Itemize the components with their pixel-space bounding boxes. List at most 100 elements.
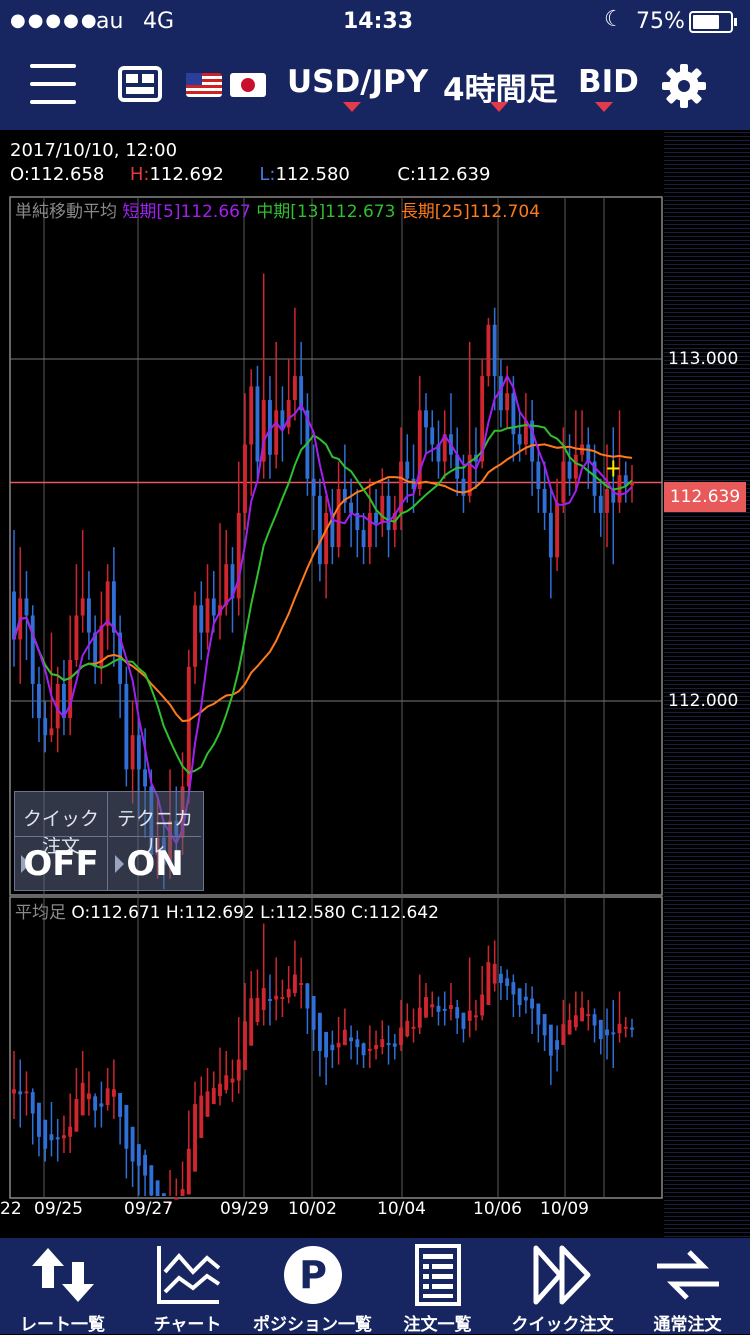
heikin-ashi-body [567,1019,572,1035]
heikin-ashi-body [386,1043,391,1046]
heikin-ashi-body [573,1015,578,1028]
heikin-ashi-body [249,998,254,1046]
heikin-ashi-body [392,1043,397,1047]
heikin-ashi-body [399,1027,403,1046]
heikin-ashi-body [130,1126,135,1162]
heikin-ashi-body [155,1180,160,1196]
heikin-ashi-body [174,1197,179,1200]
heikin-ashi-body [542,1014,547,1036]
candle-body [274,410,279,455]
candle-body [374,512,378,524]
heikin-ashi-body [224,1075,229,1090]
heikin-ashi-body [336,1042,341,1048]
heikin-ashi-body [62,1135,66,1139]
candle-body [361,530,366,548]
tab-chart[interactable]: チャート [125,1238,250,1335]
heikin-ashi-body [430,1004,435,1008]
tab-positions[interactable]: P ポジション一覧 [250,1238,375,1335]
heikin-ashi-values: O:112.671 H:112.692 L:112.580 C:112.642 [71,903,439,923]
heikin-ashi-body [511,982,516,995]
heikin-ashi-body [311,995,316,1030]
tab-label: 注文一覧 [403,1315,472,1335]
technical-toggle[interactable]: テクニカル ON [109,792,201,890]
heikin-ashi-body [86,1093,91,1100]
candle-body [255,386,260,462]
candle-body [430,427,435,445]
date-tick: 22 [0,1199,22,1219]
bottom-tab-bar: レート一覧 チャート P ポジション一覧 注文一覧 クイック注文 通常注文 [0,1238,750,1335]
candle-body [130,735,135,770]
heikin-ashi-body [461,1012,466,1029]
tab-rate-list[interactable]: レート一覧 [0,1238,125,1335]
heikin-ashi-body [498,973,503,983]
candle-body [74,615,79,660]
candle-body [598,495,603,513]
heikin-ashi-body [230,1078,235,1083]
position-icon: P [284,1246,342,1304]
heikin-ashi-body [255,997,260,1022]
date-tick: 10/04 [377,1199,426,1219]
price-tick-lower: 112.000 [668,691,739,711]
quick-order-icon [533,1245,591,1305]
tab-normal-order[interactable]: 通常注文 [625,1238,750,1335]
tab-label: 通常注文 [653,1315,722,1335]
heikin-ashi-body [530,998,535,1009]
tab-label: ポジション一覧 [253,1315,372,1335]
candle-body [367,512,372,548]
heikin-ashi-body [349,1037,354,1042]
candle-body [548,512,553,558]
candle-body [536,461,541,489]
candle-body [555,502,560,558]
heikin-ashi-body [492,963,497,984]
heikin-ashi-body [380,1039,385,1048]
candle-body [605,488,609,513]
date-tick: 09/27 [124,1199,173,1219]
heikin-ashi-body [236,1059,241,1081]
candle-body [80,598,85,616]
heikin-ashi-body [274,995,279,1000]
heikin-ashi-legend: 平均足 O:112.671 H:112.692 L:112.580 C:112.… [15,898,439,923]
heikin-ashi-body [411,1026,416,1029]
heikin-ashi-body [486,962,491,1005]
heikin-ashi-body [561,1024,566,1045]
heikin-ashi-body [193,1104,197,1172]
tab-orders[interactable]: 注文一覧 [375,1238,500,1335]
sma-legend: 単純移動平均 短期[5]112.667 中期[13]112.673 長期[25]… [15,197,540,222]
heikin-ashi-body [80,1082,85,1116]
heikin-ashi-body [548,1024,553,1056]
heikin-ashi-body [517,988,522,1006]
heikin-ashi-body [442,1008,447,1011]
heikin-ashi-body [292,974,297,994]
quick-order-toggle[interactable]: クイック注文 OFF [15,792,107,890]
heikin-ashi-body [405,1020,410,1037]
heikin-ashi-body [49,1134,54,1141]
heikin-ashi-body [536,1003,541,1025]
candle-body [193,605,197,667]
price-chart[interactable] [0,0,750,1240]
heikin-ashi-body [523,996,528,1001]
candle-body [243,444,247,513]
heikin-ashi-body [449,1005,453,1010]
heikin-ashi-body [480,994,485,1016]
candle-body [143,769,148,787]
tab-quick-order[interactable]: クイック注文 [500,1238,625,1335]
heikin-ashi-body [623,1026,628,1029]
normal-order-icon [657,1250,719,1300]
candle-body [311,478,316,496]
tab-label: チャート [153,1315,222,1335]
heikin-ashi-body [299,983,304,985]
heikin-ashi-body [43,1119,48,1149]
candle-body [336,488,341,548]
heikin-ashi-body [149,1165,154,1196]
price-tick-upper: 113.000 [668,349,739,369]
candle-body [505,393,510,411]
heikin-ashi-body [317,1012,322,1051]
heikin-ashi-body [211,1087,216,1105]
heikin-ashi-body [74,1099,79,1132]
date-tick: 10/09 [540,1199,589,1219]
candle-body [30,615,35,684]
tab-label: クイック注文 [511,1315,614,1335]
candle-body [249,386,254,445]
svg-text:P: P [299,1253,327,1297]
heikin-ashi-body [55,1137,60,1140]
